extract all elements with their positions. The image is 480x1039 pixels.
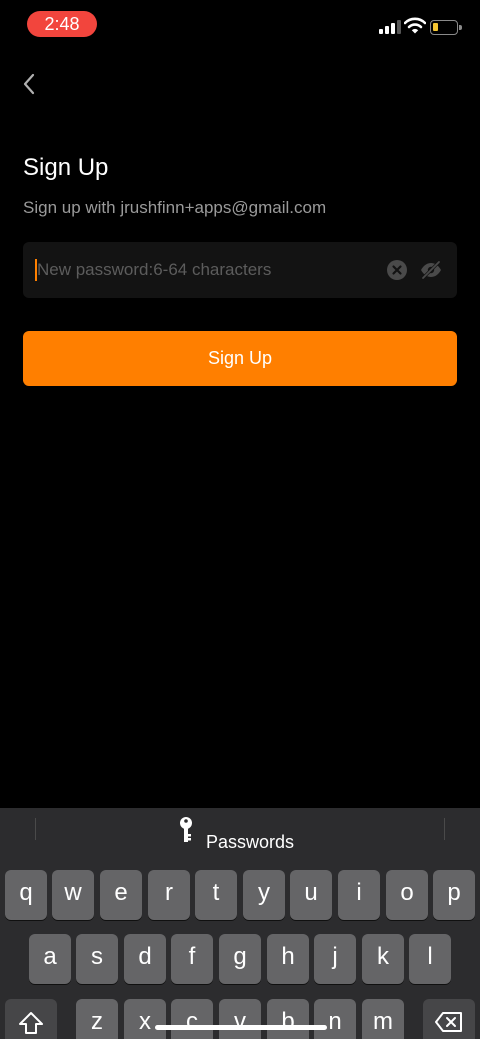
key-l[interactable]: l	[409, 934, 451, 984]
key-icon	[180, 817, 192, 842]
back-button[interactable]	[18, 70, 42, 98]
key-w[interactable]: w	[52, 870, 94, 920]
password-input[interactable]	[37, 242, 377, 298]
password-field[interactable]	[23, 242, 457, 298]
signup-email-subtitle: Sign up with jrushfinn+apps@gmail.com	[23, 198, 327, 217]
key-m[interactable]: m	[362, 999, 404, 1039]
wifi-icon	[403, 17, 427, 35]
key-f[interactable]: f	[171, 934, 213, 984]
suggestion-divider	[444, 818, 445, 840]
status-bar: 2:48	[0, 0, 480, 50]
key-i[interactable]: i	[338, 870, 380, 920]
delete-key[interactable]	[423, 999, 475, 1039]
key-u[interactable]: u	[290, 870, 332, 920]
page-title: Sign Up	[23, 154, 109, 181]
key-p[interactable]: p	[433, 870, 475, 920]
key-s[interactable]: s	[76, 934, 118, 984]
key-v[interactable]: v	[219, 999, 261, 1039]
home-indicator[interactable]	[155, 1025, 327, 1030]
key-r[interactable]: r	[148, 870, 190, 920]
eye-slash-icon	[421, 260, 441, 280]
key-d[interactable]: d	[124, 934, 166, 984]
suggestion-divider	[35, 818, 36, 840]
key-g[interactable]: g	[219, 934, 261, 984]
ios-keyboard: Passwords q w e r t y u i o p a s d f g …	[0, 808, 480, 1039]
key-b[interactable]: b	[267, 999, 309, 1039]
key-o[interactable]: o	[386, 870, 428, 920]
key-k[interactable]: k	[362, 934, 404, 984]
key-h[interactable]: h	[267, 934, 309, 984]
keyboard-suggestion-bar: Passwords	[0, 808, 480, 860]
clear-password-button[interactable]	[387, 260, 407, 280]
key-z[interactable]: z	[76, 999, 118, 1039]
key-e[interactable]: e	[100, 870, 142, 920]
passwords-label: Passwords	[206, 832, 295, 852]
key-c[interactable]: c	[171, 999, 213, 1039]
key-n[interactable]: n	[314, 999, 356, 1039]
key-a[interactable]: a	[29, 934, 71, 984]
battery-icon	[430, 20, 462, 35]
clear-circle-icon	[392, 265, 402, 275]
key-j[interactable]: j	[314, 934, 356, 984]
key-x[interactable]: x	[124, 999, 166, 1039]
key-t[interactable]: t	[195, 870, 237, 920]
shift-icon	[19, 1012, 43, 1034]
chevron-left-icon	[23, 73, 35, 95]
status-time: 2:48	[27, 11, 97, 37]
shift-key[interactable]	[5, 999, 57, 1039]
sign-up-button[interactable]: Sign Up	[23, 331, 457, 386]
cellular-signal-icon	[379, 20, 401, 34]
delete-backspace-icon	[435, 1012, 462, 1032]
toggle-password-visibility-button[interactable]	[419, 259, 443, 281]
key-q[interactable]: q	[5, 870, 47, 920]
key-y[interactable]: y	[243, 870, 285, 920]
